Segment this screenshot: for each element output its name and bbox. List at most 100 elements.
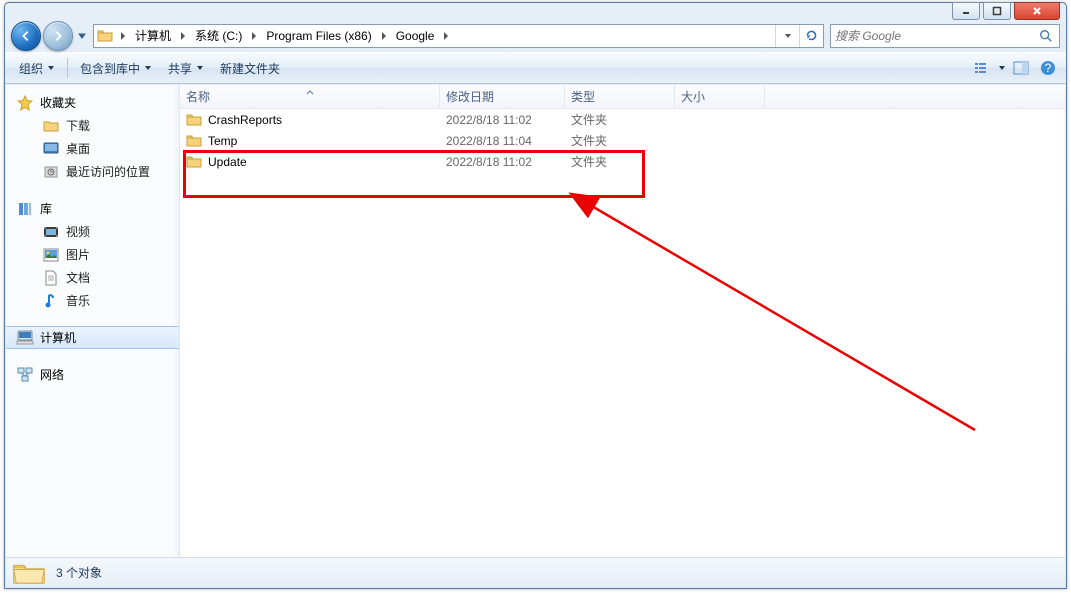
svg-text:?: ? [1045,61,1052,75]
organize-button[interactable]: 组织 [11,56,63,81]
new-folder-label: 新建文件夹 [220,60,280,77]
preview-pane-button[interactable] [1009,56,1033,80]
breadcrumb-sep[interactable] [247,32,261,40]
share-label: 共享 [168,60,192,77]
nav-history-dropdown[interactable] [75,25,89,47]
folder-icon [186,133,202,149]
share-button[interactable]: 共享 [160,56,212,81]
list-item[interactable]: CrashReports 2022/8/18 11:02 文件夹 [180,109,1065,130]
folder-icon [186,112,202,128]
view-options-dropdown[interactable] [998,64,1006,72]
sidebar-item-label: 视频 [66,223,90,240]
pictures-icon [42,246,60,264]
sidebar-item-desktop[interactable]: 桌面 [6,137,179,160]
libraries-icon [16,200,34,218]
column-date-label: 修改日期 [446,88,494,105]
sidebar-item-videos[interactable]: 视频 [6,220,179,243]
search-box[interactable] [830,24,1060,48]
navigation-row: 计算机 系统 (C:) Program Files (x86) Google [11,19,1060,52]
address-bar[interactable]: 计算机 系统 (C:) Program Files (x86) Google [93,24,824,48]
file-type: 文件夹 [565,153,675,170]
sidebar-item-downloads[interactable]: 下载 [6,114,179,137]
navigation-pane[interactable]: 收藏夹 下载 桌面 最近访问的位置 库 [6,85,180,558]
file-type: 文件夹 [565,132,675,149]
sidebar-network-label: 网络 [40,366,64,383]
computer-icon [16,329,34,347]
command-bar: 组织 包含到库中 共享 新建文件夹 [5,52,1066,84]
maximize-button[interactable] [983,2,1011,20]
videos-icon [42,223,60,241]
sidebar-item-label: 音乐 [66,292,90,309]
breadcrumb-sep[interactable] [439,32,453,40]
favorites-icon [16,94,34,112]
sidebar-computer[interactable]: 计算机 [6,326,179,349]
sidebar-item-label: 下载 [66,117,90,134]
close-button[interactable] [1014,2,1060,20]
file-date: 2022/8/18 11:04 [440,134,565,148]
forward-button[interactable] [43,21,73,51]
sidebar-libraries[interactable]: 库 [6,197,179,220]
list-item[interactable]: Update 2022/8/18 11:02 文件夹 [180,151,1065,172]
breadcrumb-sep[interactable] [377,32,391,40]
breadcrumb-item[interactable]: 系统 (C:) [190,27,247,44]
sidebar-computer-label: 计算机 [40,329,76,346]
sidebar-item-label: 最近访问的位置 [66,163,150,180]
sidebar-item-recent[interactable]: 最近访问的位置 [6,160,179,183]
desktop-icon [42,140,60,158]
column-name-label: 名称 [186,88,210,105]
network-icon [16,366,34,384]
music-icon [42,292,60,310]
file-name: CrashReports [208,113,282,127]
file-date: 2022/8/18 11:02 [440,155,565,169]
include-in-library-button[interactable]: 包含到库中 [72,56,160,81]
window-controls [952,2,1060,20]
file-type: 文件夹 [565,111,675,128]
breadcrumb-sep[interactable] [176,32,190,40]
sidebar-item-music[interactable]: 音乐 [6,289,179,312]
column-name[interactable]: 名称 [180,85,440,108]
sidebar-network[interactable]: 网络 [6,363,179,386]
minimize-button[interactable] [952,2,980,20]
status-text: 3 个对象 [56,564,102,581]
downloads-icon [42,117,60,135]
sidebar-libraries-label: 库 [40,200,52,217]
breadcrumb-root-sep[interactable] [116,32,130,40]
sidebar-item-label: 图片 [66,246,90,263]
details-folder-icon [12,559,46,587]
column-type[interactable]: 类型 [565,85,675,108]
file-rows: CrashReports 2022/8/18 11:02 文件夹 Temp 20… [180,109,1065,172]
breadcrumb-item[interactable]: 计算机 [130,27,176,44]
view-options-button[interactable] [971,56,995,80]
new-folder-button[interactable]: 新建文件夹 [212,56,288,81]
breadcrumb-item[interactable]: Program Files (x86) [261,29,376,43]
address-dropdown[interactable] [775,25,799,47]
explorer-window: 计算机 系统 (C:) Program Files (x86) Google [4,2,1067,589]
file-name: Update [208,155,247,169]
sort-indicator-icon [306,84,314,98]
column-size-label: 大小 [681,88,705,105]
column-size[interactable]: 大小 [675,85,765,108]
folder-icon [186,154,202,170]
organize-label: 组织 [19,60,43,77]
details-pane: 3 个对象 [6,557,1065,587]
sidebar-item-pictures[interactable]: 图片 [6,243,179,266]
back-button[interactable] [11,21,41,51]
breadcrumb-item[interactable]: Google [391,29,440,43]
search-icon[interactable] [1037,29,1055,43]
sidebar-item-label: 桌面 [66,140,90,157]
list-item[interactable]: Temp 2022/8/18 11:04 文件夹 [180,130,1065,151]
column-date[interactable]: 修改日期 [440,85,565,108]
file-list-pane: 名称 修改日期 类型 大小 CrashReports 2022/8/18 11:… [180,85,1065,558]
refresh-button[interactable] [799,25,823,47]
documents-icon [42,269,60,287]
sidebar-favorites[interactable]: 收藏夹 [6,91,179,114]
search-input[interactable] [835,29,1037,43]
file-date: 2022/8/18 11:02 [440,113,565,127]
help-button[interactable]: ? [1036,56,1060,80]
titlebar [5,3,1066,19]
sidebar-item-documents[interactable]: 文档 [6,266,179,289]
recent-places-icon [42,163,60,181]
toolbar-separator [67,58,68,78]
content-area: 收藏夹 下载 桌面 最近访问的位置 库 [6,85,1065,558]
column-type-label: 类型 [571,88,595,105]
